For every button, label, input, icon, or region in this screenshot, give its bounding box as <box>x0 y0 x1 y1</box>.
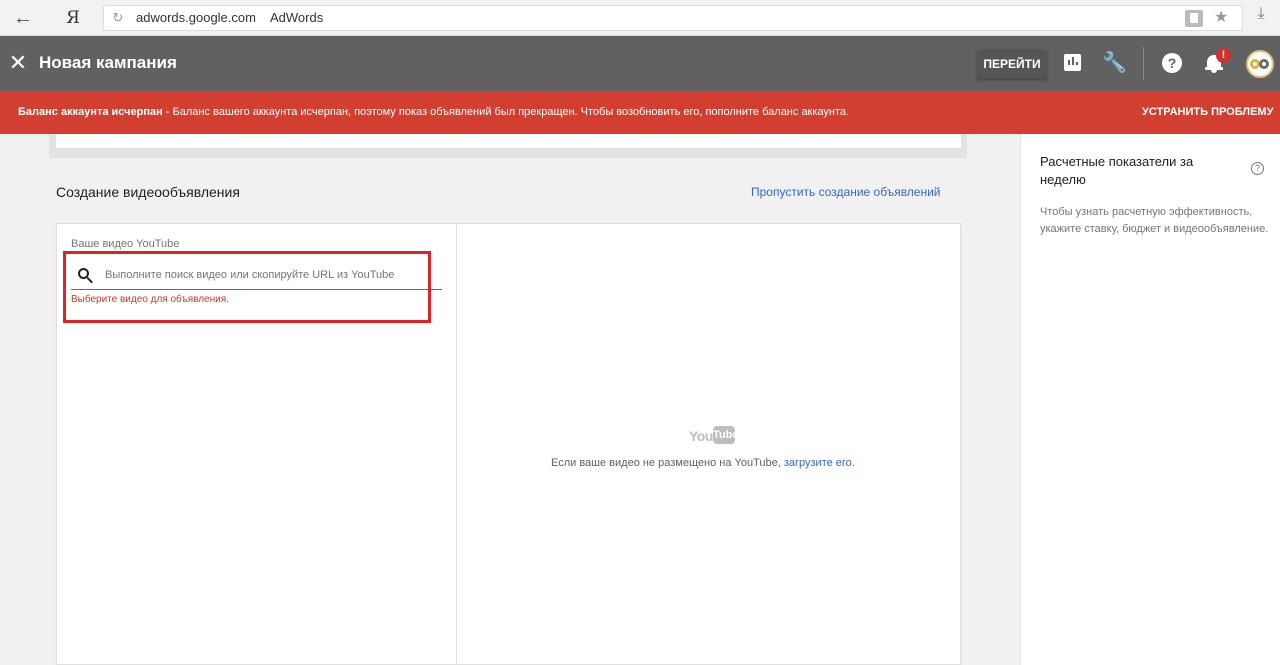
app-header: ✕ Новая кампания ПЕРЕЙТИ 🔧 ? <box>0 36 1280 91</box>
help-icon[interactable]: ? <box>1160 51 1184 75</box>
upload-hint-text: Если ваше видео не размещено на YouTube, <box>551 457 784 469</box>
download-icon[interactable]: ⤓ <box>1251 5 1271 29</box>
upload-link[interactable]: загрузите его <box>784 457 852 469</box>
yandex-button[interactable]: Я <box>60 6 86 30</box>
estimates-sidebar: Расчетные показатели за неделю ? Чтобы у… <box>1020 134 1280 665</box>
wrench-icon[interactable]: 🔧 <box>1102 51 1127 75</box>
header-divider <box>1143 47 1144 80</box>
youtube-logo-tube: Tube <box>713 426 738 444</box>
estimates-description: Чтобы узнать расчетную эффективность, ук… <box>1040 206 1269 235</box>
upload-hint-end: . <box>851 457 855 469</box>
youtube-video-label: Ваше видео YouTube <box>71 238 180 250</box>
youtube-logo-you: You <box>689 428 713 444</box>
alert-title: Баланс аккаунта исчерпан <box>18 106 163 118</box>
video-ad-card: Ваше видео YouTube Выберите видео для об… <box>56 223 961 665</box>
url-text[interactable]: adwords.google.com <box>136 10 256 25</box>
star-icon[interactable]: ★ <box>1214 7 1228 27</box>
youtube-logo: You Tube <box>689 426 738 446</box>
chart-icon[interactable] <box>1061 51 1085 75</box>
skip-ad-creation-link[interactable]: Пропустить создание объявлений <box>751 185 941 199</box>
goto-button[interactable]: ПЕРЕЙТИ <box>977 49 1047 79</box>
address-bar[interactable]: ↻ adwords.google.com AdWords ★ <box>103 5 1243 31</box>
fix-problem-button[interactable]: УСТРАНИТЬ ПРОБЛЕМУ <box>1142 106 1273 118</box>
notification-badge: ! <box>1216 48 1231 63</box>
upload-hint: Если ваше видео не размещено на YouTube,… <box>551 457 855 469</box>
help-circle-icon[interactable]: ? <box>1251 162 1264 175</box>
alert-body: - Баланс вашего аккаунта исчерпан, поэто… <box>162 106 850 118</box>
close-icon[interactable]: ✕ <box>8 50 28 76</box>
previous-section-card-inner <box>56 134 961 149</box>
lock-icon[interactable] <box>1185 10 1203 27</box>
alert-message: Баланс аккаунта исчерпан - Баланс вашего… <box>18 106 849 118</box>
page-title: Новая кампания <box>39 53 177 72</box>
browser-toolbar: ← Я ↻ adwords.google.com AdWords ★ ⤓ <box>0 0 1280 36</box>
video-select-pane: Ваше видео YouTube Выберите видео для об… <box>57 224 457 665</box>
estimates-title: Расчетные показатели за неделю <box>1040 154 1194 187</box>
alert-banner: Баланс аккаунта исчерпан - Баланс вашего… <box>0 91 1280 134</box>
page-title-text: AdWords <box>270 10 324 25</box>
avatar[interactable] <box>1246 50 1274 78</box>
highlight-box <box>63 251 431 323</box>
section-title: Создание видеообъявления <box>56 184 240 200</box>
reload-icon[interactable]: ↻ <box>110 10 126 26</box>
arrow-left-icon[interactable]: ← <box>10 6 36 30</box>
